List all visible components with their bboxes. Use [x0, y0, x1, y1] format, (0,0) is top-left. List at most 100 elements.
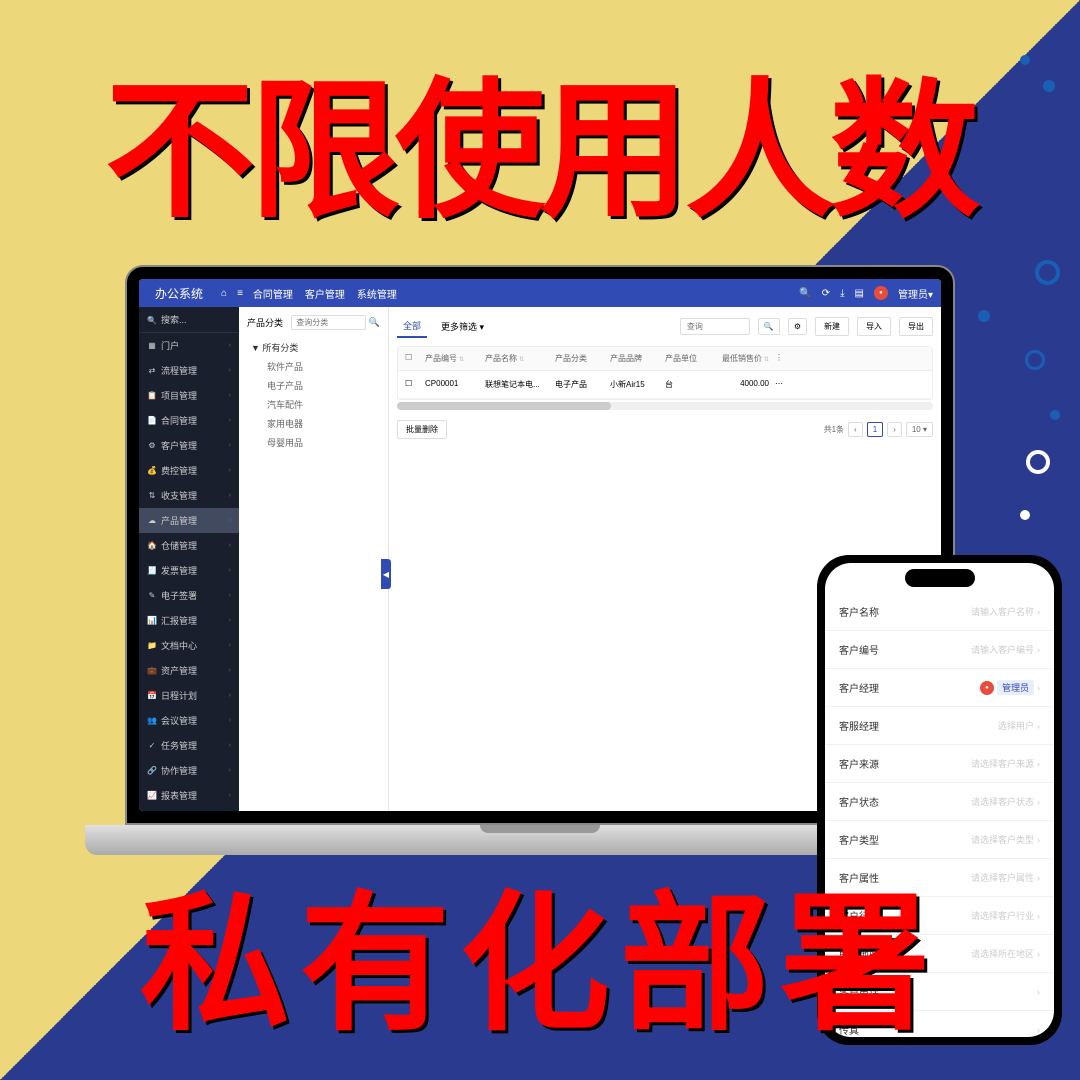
chevron-right-icon: › [1037, 797, 1040, 807]
form-label: 客户经理 [839, 680, 879, 695]
nav-system[interactable]: 系统管理 [357, 286, 397, 301]
sidebar-item-icon: 📈 [147, 791, 157, 800]
pager-size[interactable]: 10 ▾ [906, 422, 933, 437]
search-button[interactable]: 🔍 [758, 318, 780, 335]
sidebar-item-项目管理[interactable]: 📋项目管理› [139, 383, 239, 408]
search-icon[interactable]: 🔍 [369, 317, 380, 327]
import-button[interactable]: 导入 [857, 317, 891, 336]
sidebar-item-发票管理[interactable]: 🧾发票管理› [139, 558, 239, 583]
form-row-客户来源[interactable]: 客户来源请选择客户来源› [825, 745, 1054, 783]
row-actions[interactable]: ⋯ [772, 379, 792, 390]
sidebar-item-label: 客户管理 [161, 439, 229, 452]
menu-icon[interactable]: ≡ [237, 288, 243, 299]
sidebar-item-电子签署[interactable]: ✎电子签署› [139, 583, 239, 608]
filter-button[interactable]: ⚙ [788, 318, 807, 335]
col-category[interactable]: 产品分类 [552, 353, 607, 364]
form-row-客服经理[interactable]: 客服经理选择用户› [825, 707, 1054, 745]
form-row-客户名称[interactable]: 客户名称请输入客户名称› [825, 593, 1054, 631]
pager-prev[interactable]: ‹ [848, 422, 863, 437]
col-unit[interactable]: 产品单位 [662, 353, 712, 364]
sidebar-item-label: 费控管理 [161, 464, 229, 477]
sidebar-item-任务管理[interactable]: ✓任务管理› [139, 733, 239, 758]
chevron-right-icon: › [229, 717, 231, 724]
sidebar-item-label: 会议管理 [161, 714, 229, 727]
sidebar-item-合同管理[interactable]: 📄合同管理› [139, 408, 239, 433]
sidebar-item-收支管理[interactable]: ⇅收支管理› [139, 483, 239, 508]
form-row-客户编号[interactable]: 客户编号请输入客户编号› [825, 631, 1054, 669]
tree-item[interactable]: 母婴用品 [251, 433, 380, 452]
sidebar-item-会议管理[interactable]: 👥会议管理› [139, 708, 239, 733]
sidebar-item-产品管理[interactable]: ☁产品管理› [139, 508, 239, 533]
sidebar-item-报表管理[interactable]: 📈报表管理› [139, 783, 239, 808]
horizontal-scrollbar[interactable] [397, 402, 933, 410]
chevron-right-icon: › [229, 617, 231, 624]
sidebar-item-icon: 🔗 [147, 766, 157, 775]
tree-item[interactable]: 家用电器 [251, 414, 380, 433]
sidebar-item-icon: ✎ [147, 591, 157, 600]
export-button[interactable]: 导出 [899, 317, 933, 336]
col-name[interactable]: 产品名称⇅ [482, 353, 552, 364]
doc-icon[interactable]: ▤ [855, 288, 864, 299]
sidebar-item-仓储管理[interactable]: 🏠仓储管理› [139, 533, 239, 558]
sidebar-item-label: 报表管理 [161, 789, 229, 802]
sidebar-item-文档中心[interactable]: 📁文档中心› [139, 633, 239, 658]
category-panel: 产品分类 🔍 ▼ 所有分类 软件产品电子产品汽车配件家用电器母婴用品 [239, 307, 389, 811]
sidebar-item-label: 资产管理 [161, 664, 229, 677]
sidebar-item-协作管理[interactable]: 🔗协作管理› [139, 758, 239, 783]
sidebar-item-日程计划[interactable]: 📅日程计划› [139, 683, 239, 708]
tree-item[interactable]: 电子产品 [251, 376, 380, 395]
new-button[interactable]: 新建 [815, 317, 849, 336]
sidebar-item-资产管理[interactable]: 💼资产管理› [139, 658, 239, 683]
main-search-input[interactable] [680, 318, 750, 335]
pager-next[interactable]: › [887, 422, 902, 437]
sidebar-item-汇报管理[interactable]: 📊汇报管理› [139, 608, 239, 633]
category-search-input[interactable] [291, 315, 366, 330]
sidebar-item-流程管理[interactable]: ⇄流程管理› [139, 358, 239, 383]
chevron-right-icon: › [229, 567, 231, 574]
sidebar-item-icon: ✓ [147, 741, 157, 750]
nav-contract[interactable]: 合同管理 [253, 286, 293, 301]
tree-item[interactable]: 汽车配件 [251, 395, 380, 414]
pager-page[interactable]: 1 [867, 422, 883, 437]
chevron-right-icon: › [1037, 759, 1040, 769]
sidebar-item-icon: 📊 [147, 616, 157, 625]
search-icon[interactable]: 🔍 [799, 288, 811, 299]
sidebar-item-客户管理[interactable]: ⚙客户管理› [139, 433, 239, 458]
chevron-right-icon: › [229, 392, 231, 399]
home-icon[interactable]: ⌂ [221, 288, 227, 299]
nav-customer[interactable]: 客户管理 [305, 286, 345, 301]
batch-delete-button[interactable]: 批量删除 [397, 420, 447, 439]
chevron-right-icon: › [229, 542, 231, 549]
col-actions: ⋮ [772, 353, 792, 364]
user-tag: 管理员 [997, 680, 1034, 695]
chevron-right-icon: › [229, 742, 231, 749]
category-title: 产品分类 [247, 316, 283, 329]
decoration-circle [1020, 510, 1030, 520]
tree-root[interactable]: ▼ 所有分类 [251, 338, 380, 357]
decoration-circle [1025, 350, 1045, 370]
tree-item[interactable]: 软件产品 [251, 357, 380, 376]
tab-all[interactable]: 全部 [397, 315, 427, 338]
sidebar-item-费控管理[interactable]: 💰费控管理› [139, 458, 239, 483]
sidebar-item-icon: 🧾 [147, 566, 157, 575]
table-row[interactable]: ☐ CP00001 联想笔记本电... 电子产品 小新Air15 台 4000.… [398, 371, 932, 399]
col-code[interactable]: 产品编号⇅ [422, 353, 482, 364]
sidebar-search[interactable]: 搜索... [139, 307, 239, 333]
user-name[interactable]: 管理员▾ [898, 286, 933, 301]
headline-top: 不限使用人数 [0, 30, 1080, 247]
form-row-客户状态[interactable]: 客户状态请选择客户状态› [825, 783, 1054, 821]
sidebar-item-门户[interactable]: ▦门户› [139, 333, 239, 358]
form-value: 请选择客户状态 [971, 795, 1034, 808]
checkbox-all[interactable]: ☐ [402, 353, 422, 364]
refresh-icon[interactable]: ⟳ [822, 288, 830, 299]
download-icon[interactable]: ⤓ [840, 288, 844, 299]
row-checkbox[interactable]: ☐ [402, 379, 422, 390]
col-brand[interactable]: 产品品牌 [607, 353, 662, 364]
form-row-客户经理[interactable]: 客户经理●管理员› [825, 669, 1054, 707]
tab-more-filter[interactable]: 更多筛选 ▾ [435, 316, 490, 337]
collapse-handle[interactable]: ◀ [381, 559, 391, 589]
user-avatar[interactable]: ● [874, 286, 888, 300]
decoration-circle [1050, 410, 1060, 420]
col-price[interactable]: 最低销售价⇅ [712, 353, 772, 364]
chevron-right-icon: › [229, 367, 231, 374]
